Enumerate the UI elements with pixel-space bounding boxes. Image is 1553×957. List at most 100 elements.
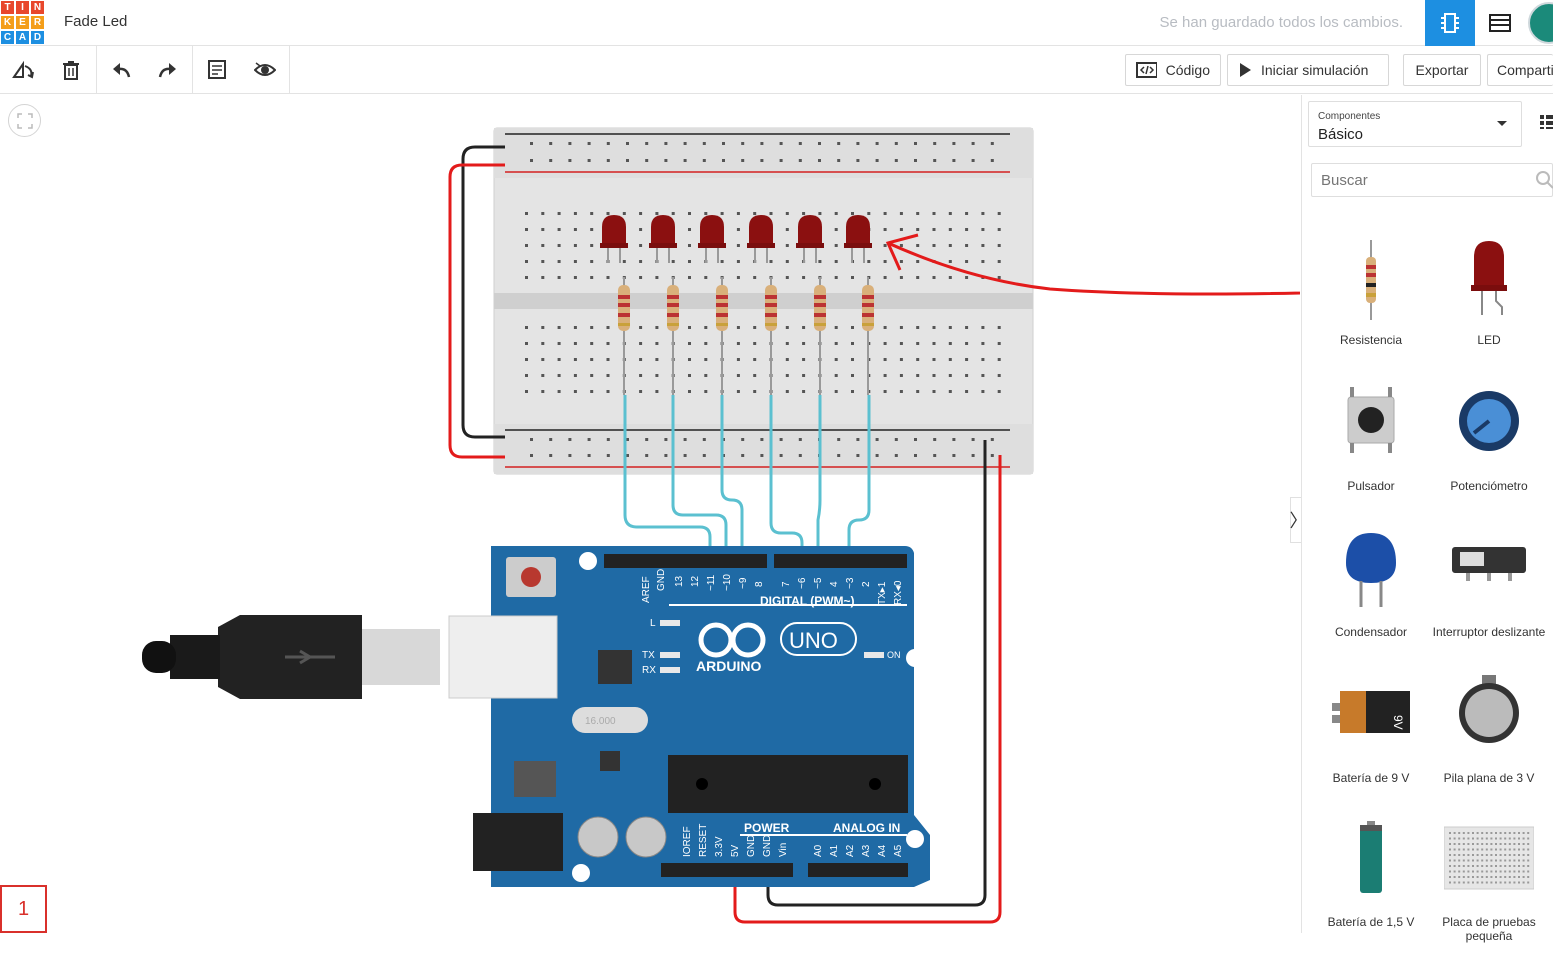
svg-text:A0: A0 xyxy=(813,844,824,857)
component-resistor[interactable]: Resistencia xyxy=(1312,235,1430,375)
schematic-list-button[interactable] xyxy=(1475,0,1525,46)
svg-text:~9: ~9 xyxy=(738,577,749,589)
rotate-icon[interactable] xyxy=(9,56,37,84)
code-icon xyxy=(1136,62,1157,78)
component-potentiometer[interactable]: Potenciómetro xyxy=(1430,381,1548,521)
component-led[interactable]: LED xyxy=(1430,235,1548,375)
svg-text:A5: A5 xyxy=(893,844,904,857)
arduino-brand-label: ARDUINO xyxy=(696,658,761,674)
component-search-input[interactable] xyxy=(1311,163,1553,197)
svg-text:RESET: RESET xyxy=(698,824,709,857)
capacitor-icon xyxy=(1346,533,1396,607)
export-button[interactable]: Exportar xyxy=(1403,54,1481,86)
component-slide-switch[interactable]: Interruptor deslizante xyxy=(1430,527,1548,667)
battery-9v-icon: 9V xyxy=(1332,691,1410,733)
svg-text:A1: A1 xyxy=(829,844,840,857)
svg-text:A2: A2 xyxy=(845,844,856,857)
svg-text:GND: GND xyxy=(656,569,667,591)
component-capacitor[interactable]: Condensador xyxy=(1312,527,1430,667)
svg-text:4: 4 xyxy=(829,581,840,587)
user-avatar[interactable] xyxy=(1528,2,1553,44)
visibility-icon[interactable] xyxy=(251,56,279,84)
share-label: Compartir xyxy=(1497,62,1553,78)
search-icon[interactable] xyxy=(1536,171,1553,189)
svg-text:A3: A3 xyxy=(861,844,872,857)
coin-cell-icon xyxy=(1459,675,1519,743)
tinkercad-logo[interactable]: T I N K E R C A D xyxy=(0,0,46,46)
page-indicator: 1 xyxy=(0,885,47,933)
component-category-select[interactable]: Componentes Básico xyxy=(1308,101,1522,147)
component-label: Pulsador xyxy=(1347,479,1395,493)
svg-text:GND: GND xyxy=(762,835,773,857)
project-title[interactable]: Fade Led xyxy=(64,13,127,30)
svg-text:L: L xyxy=(650,618,656,629)
svg-text:~10: ~10 xyxy=(722,574,733,591)
circuit-drawing: DIGITAL (PWM~) ARDUINO UNO ON 16.000 POW… xyxy=(142,127,1300,924)
start-simulation-button[interactable]: Iniciar simulación xyxy=(1227,54,1389,86)
svg-text:7: 7 xyxy=(781,581,792,587)
svg-text:3.3V: 3.3V xyxy=(714,836,725,857)
usb-cable[interactable] xyxy=(142,615,558,699)
pushbutton-icon xyxy=(1347,387,1395,453)
code-button-label: Código xyxy=(1165,62,1210,78)
svg-text:~6: ~6 xyxy=(797,577,808,589)
arduino-uno-board[interactable]: DIGITAL (PWM~) ARDUINO UNO ON 16.000 POW… xyxy=(473,546,930,887)
digital-pwm-label: DIGITAL (PWM~) xyxy=(760,594,855,608)
redo-icon[interactable] xyxy=(154,56,182,84)
notes-icon[interactable] xyxy=(203,56,231,84)
chip-icon xyxy=(1441,13,1459,33)
battery-aa-icon xyxy=(1360,821,1382,893)
potentiometer-icon xyxy=(1459,391,1519,451)
toolbar: Código Iniciar simulación Exportar Compa… xyxy=(0,46,1553,94)
breadboard[interactable] xyxy=(493,127,1034,475)
svg-text:RX◂0: RX◂0 xyxy=(893,580,904,605)
crystal-label: 16.000 xyxy=(585,716,616,727)
share-button[interactable]: Compartir xyxy=(1487,54,1553,86)
component-pushbutton[interactable]: Pulsador xyxy=(1312,381,1430,521)
undo-icon[interactable] xyxy=(107,56,135,84)
circuit-view-button[interactable] xyxy=(1425,0,1475,46)
svg-text:8: 8 xyxy=(754,581,765,587)
svg-text:13: 13 xyxy=(674,575,685,587)
on-label: ON xyxy=(887,650,901,660)
svg-text:5V: 5V xyxy=(730,844,741,857)
svg-text:~5: ~5 xyxy=(813,577,824,589)
component-battery-9v[interactable]: 9V Batería de 9 V xyxy=(1312,673,1430,813)
components-panel: Componentes Básico Resistencia LED Pulsa… xyxy=(1301,95,1553,943)
logo-letter: E xyxy=(16,16,29,29)
grid-view-icon[interactable] xyxy=(1540,115,1553,129)
list-icon xyxy=(1489,14,1511,32)
small-breadboard-icon xyxy=(1444,826,1534,890)
component-coin-cell[interactable]: Pila plana de 3 V xyxy=(1430,673,1548,813)
logo-letter: N xyxy=(31,1,44,14)
component-label: Pila plana de 3 V xyxy=(1443,771,1535,785)
logo-letter: D xyxy=(31,31,44,44)
svg-text:AREF: AREF xyxy=(641,576,652,603)
export-label: Exportar xyxy=(1415,62,1469,78)
svg-text:2: 2 xyxy=(861,581,872,587)
svg-text:RX: RX xyxy=(642,665,656,676)
logo-letter: A xyxy=(16,31,29,44)
start-simulation-label: Iniciar simulación xyxy=(1261,62,1369,78)
component-label: Interruptor deslizante xyxy=(1432,625,1546,639)
delete-icon[interactable] xyxy=(57,56,85,84)
code-button[interactable]: Código xyxy=(1125,54,1221,86)
component-label: Condensador xyxy=(1334,625,1408,639)
uno-model-label: UNO xyxy=(789,628,838,653)
svg-text:GND: GND xyxy=(746,835,757,857)
resistor-icon xyxy=(1366,240,1376,320)
component-label: Batería de 1,5 V xyxy=(1327,915,1415,929)
svg-text:A4: A4 xyxy=(877,844,888,857)
svg-text:12: 12 xyxy=(690,575,701,587)
circuit-canvas[interactable]: DIGITAL (PWM~) ARDUINO UNO ON 16.000 POW… xyxy=(0,95,1300,933)
chevron-down-icon xyxy=(1497,121,1507,126)
svg-text:TX: TX xyxy=(642,650,655,661)
top-bar: T I N K E R C A D Fade Led Se han guarda… xyxy=(0,0,1553,46)
component-battery-aa[interactable]: Batería de 1,5 V xyxy=(1312,817,1430,957)
analog-in-label: ANALOG IN xyxy=(833,821,900,835)
svg-text:IOREF: IOREF xyxy=(682,826,693,857)
component-label: Placa de pruebas pequeña xyxy=(1442,915,1536,943)
power-label: POWER xyxy=(744,821,790,835)
component-small-breadboard[interactable]: Placa de pruebas pequeña xyxy=(1430,817,1548,957)
select-value: Básico xyxy=(1318,126,1364,143)
